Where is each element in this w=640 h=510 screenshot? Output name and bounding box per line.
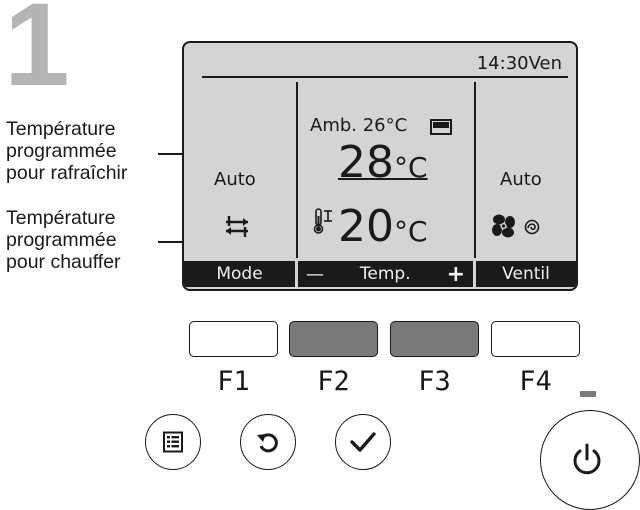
check-icon (350, 432, 376, 452)
fan-icon (490, 213, 518, 239)
cool-setpoint-value: 28 (338, 137, 394, 188)
f1-button[interactable] (189, 321, 278, 357)
auto-mode-icon (224, 213, 250, 239)
heat-setpoint: 20°C (338, 203, 428, 256)
ambient-value: 26°C (362, 115, 408, 136)
lcd-divider-left (296, 82, 298, 258)
cool-setpoint-annotation: Température programmée pour rafraîchir (6, 118, 127, 184)
menu-button[interactable] (145, 414, 201, 470)
power-icon (573, 443, 601, 475)
f4-button[interactable] (491, 321, 580, 357)
display-icon (430, 119, 452, 135)
auto-fan-swirl-icon (524, 219, 540, 235)
temp-minus-label: — (306, 263, 324, 285)
clock-display: 14:30Ven (476, 53, 562, 74)
power-button[interactable] (540, 410, 640, 510)
cool-setpoint-unit: °C (394, 151, 428, 184)
back-button[interactable] (240, 414, 296, 470)
cool-label-line-2: programmée (6, 140, 117, 162)
f2-label: F2 (317, 366, 350, 397)
heat-setpoint-annotation: Température programmée pour chauffer (6, 207, 121, 273)
temp-function-label: — Temp. + (298, 261, 473, 287)
cool-label-line-3: pour rafraîchir (6, 162, 128, 184)
function-bar: Mode — Temp. + Ventil (184, 259, 576, 289)
f1-function-label: Mode (184, 261, 295, 287)
heat-label-line-2: programmée (6, 229, 117, 251)
fan-speed-value: Auto (500, 169, 542, 190)
menu-icon (163, 431, 183, 453)
ambient-temperature: Amb. 26°C (310, 115, 407, 136)
cool-label-line-1: Température (6, 118, 116, 140)
temp-label: Temp. (359, 264, 411, 284)
heat-thermometer-icon (312, 207, 334, 235)
mode-value: Auto (214, 169, 256, 190)
f3-label: F3 (418, 366, 451, 397)
step-number: 1 (4, 0, 70, 111)
f4-function-label: Ventil (476, 261, 576, 287)
lcd-divider-right (474, 82, 476, 258)
lcd-divider-horizontal (202, 76, 568, 78)
back-icon (257, 433, 278, 453)
f1-label: F1 (217, 366, 250, 397)
heat-setpoint-unit: °C (394, 215, 428, 248)
confirm-button[interactable] (335, 414, 391, 470)
operation-lamp (580, 391, 596, 397)
f4-label: F4 (519, 366, 552, 397)
f3-button[interactable] (390, 321, 479, 357)
ambient-label: Amb. (310, 115, 357, 136)
lcd-screen: 14:30Ven Auto Amb. 26°C 28°C 20°C Auto M… (182, 41, 578, 291)
heat-label-line-3: pour chauffer (6, 251, 121, 273)
heat-setpoint-value: 20 (338, 201, 394, 252)
cool-setpoint: 28°C (338, 139, 428, 192)
temp-plus-label: + (446, 261, 465, 287)
f2-button[interactable] (289, 321, 378, 357)
heat-label-line-1: Température (6, 207, 116, 229)
